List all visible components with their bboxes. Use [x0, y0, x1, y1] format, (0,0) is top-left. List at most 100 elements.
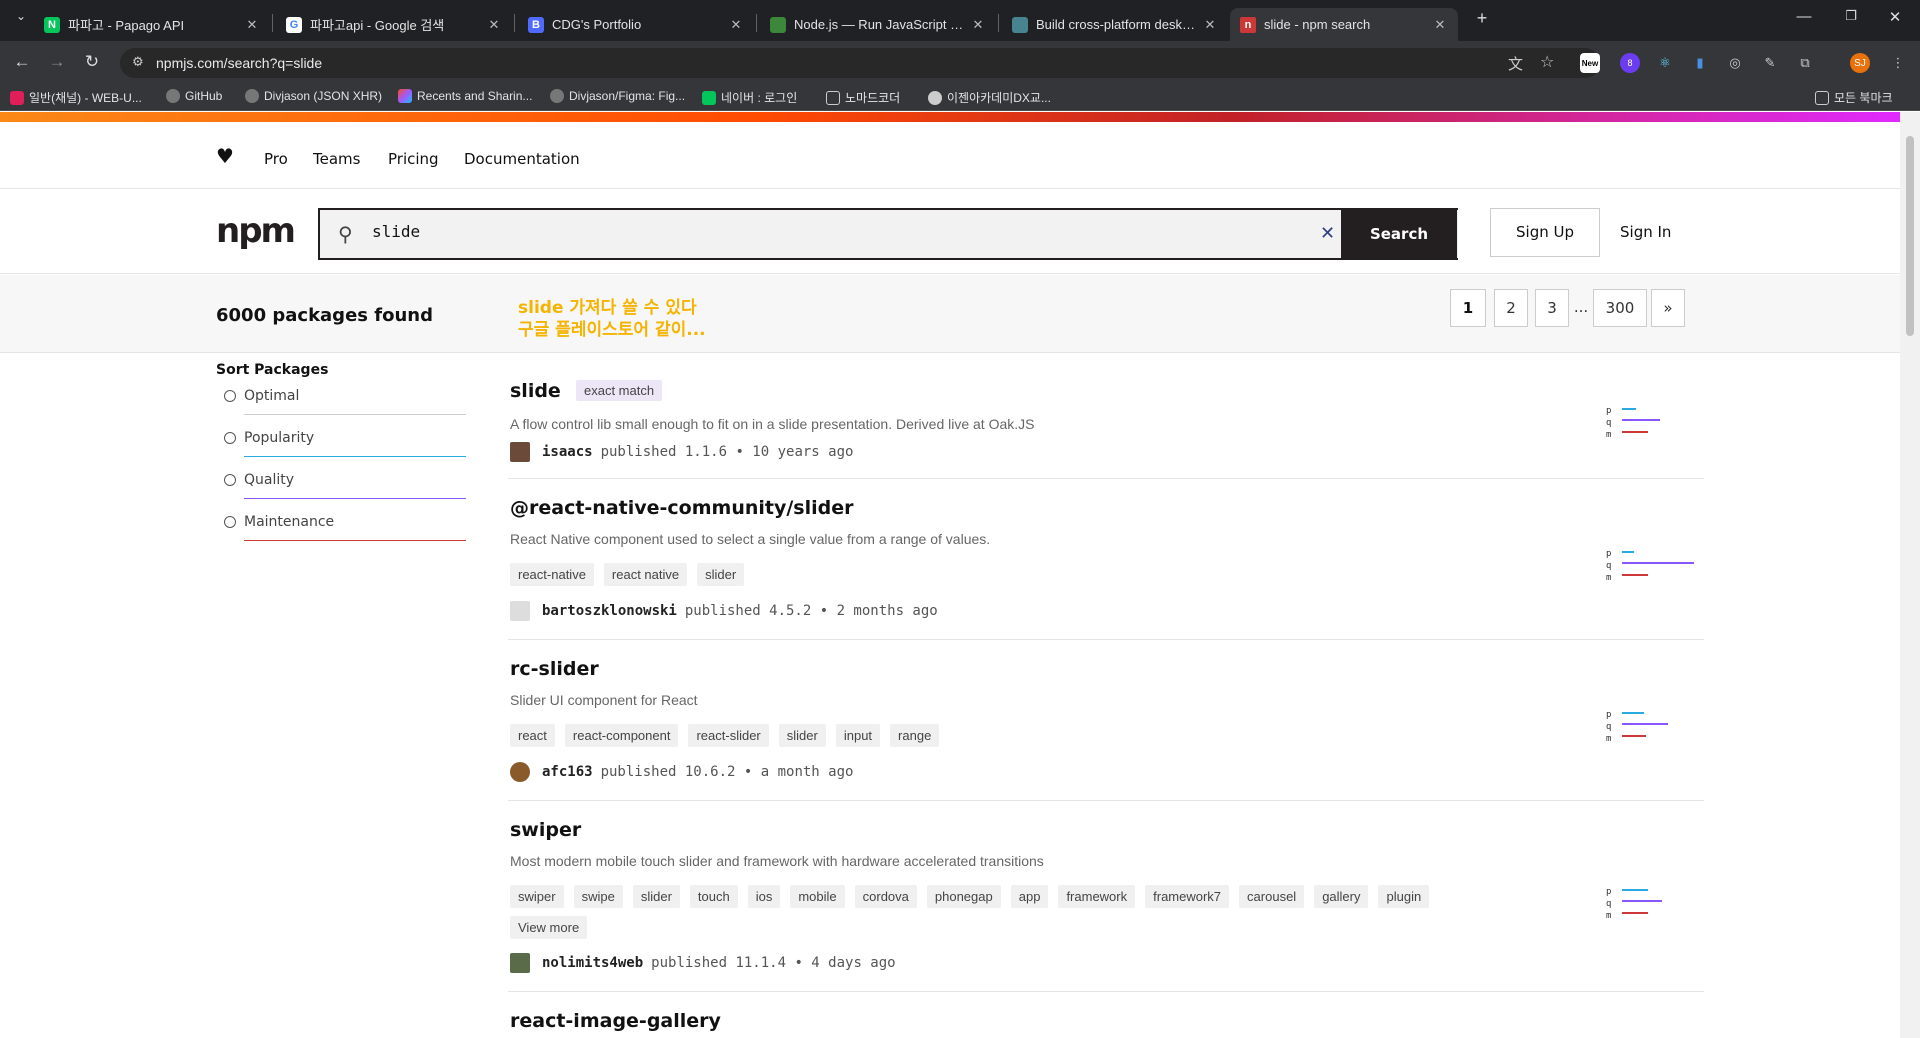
profile-avatar[interactable]: SJ [1850, 53, 1870, 73]
next-page-button[interactable]: » [1651, 289, 1685, 327]
avatar[interactable] [510, 762, 530, 782]
keyword-tag[interactable]: react-slider [688, 724, 769, 747]
keyword-tag[interactable]: react [510, 724, 555, 747]
back-icon[interactable]: ← [10, 51, 34, 73]
bookmark-item[interactable]: 일반(채널) - WEB-U... [10, 89, 142, 106]
page-button-1[interactable]: 1 [1450, 289, 1486, 327]
keyword-tag[interactable]: react-component [564, 724, 679, 747]
close-icon[interactable]: ✕ [1432, 17, 1448, 33]
keyword-tag[interactable]: input [835, 724, 881, 747]
tab-search-icon[interactable]: ⌄ [6, 9, 36, 23]
radio-icon[interactable] [224, 390, 236, 402]
npm-logo[interactable]: npm [216, 214, 296, 248]
pen-extension-icon[interactable]: ✎ [1760, 53, 1780, 73]
keyword-tag[interactable]: slider [632, 885, 680, 908]
nav-pro[interactable]: Pro [264, 150, 288, 168]
window-close-icon[interactable]: ✕ [1880, 8, 1910, 26]
sort-option-popularity[interactable]: Popularity [216, 420, 466, 462]
keyword-tag[interactable]: slider [778, 724, 826, 747]
radio-icon[interactable] [224, 474, 236, 486]
scrollbar-thumb[interactable] [1906, 136, 1914, 336]
browser-tab[interactable]: Node.js — Run JavaScript Ever ✕ [760, 8, 996, 41]
radio-icon[interactable] [224, 516, 236, 528]
browser-tab[interactable]: Build cross-platform desktop a ✕ [1002, 8, 1228, 41]
keyword-tag[interactable]: react native [603, 563, 688, 586]
radio-icon[interactable] [224, 432, 236, 444]
bookmark-star-icon[interactable]: ☆ [1540, 52, 1554, 72]
keyword-tag[interactable]: framework7 [1145, 885, 1230, 908]
keyword-tag[interactable]: ios [747, 885, 781, 908]
search-input[interactable] [372, 222, 1272, 241]
avatar[interactable] [510, 601, 530, 621]
browser-tab[interactable]: G 파파고api - Google 검색 ✕ [276, 8, 512, 41]
page-button-2[interactable]: 2 [1494, 289, 1528, 327]
nav-documentation[interactable]: Documentation [464, 150, 580, 168]
publisher-name[interactable]: bartoszklonowski [542, 603, 677, 619]
clear-search-icon[interactable]: ✕ [1320, 223, 1335, 244]
keyword-tag[interactable]: plugin [1378, 885, 1430, 908]
page-button-3[interactable]: 3 [1535, 289, 1569, 327]
publisher-name[interactable]: afc163 [542, 764, 593, 780]
browser-tab[interactable]: N 파파고 - Papago API ✕ [34, 8, 270, 41]
keyword-tag[interactable]: cordova [854, 885, 917, 908]
docs-extension-icon[interactable]: ▮ [1690, 53, 1710, 73]
avatar[interactable] [510, 953, 530, 973]
address-bar[interactable]: ⚙ npmjs.com/search?q=slide 文 ☆ [120, 48, 1600, 78]
keyword-tag[interactable]: carousel [1239, 885, 1305, 908]
sign-up-button[interactable]: Sign Up [1490, 208, 1600, 257]
bookmark-item[interactable]: Recents and Sharin... [398, 89, 532, 103]
translate-icon[interactable]: 文 [1508, 53, 1523, 74]
bookmark-item[interactable]: GitHub [166, 89, 222, 103]
keyword-tag[interactable]: app [1010, 885, 1049, 908]
sort-option-quality[interactable]: Quality [216, 462, 466, 504]
sort-option-optimal[interactable]: Optimal [216, 378, 466, 420]
search-button[interactable]: Search [1341, 208, 1457, 260]
publisher-name[interactable]: isaacs [542, 444, 593, 460]
package-name[interactable]: @react-native-community/slider [510, 497, 853, 519]
package-name[interactable]: slide [510, 380, 561, 402]
keyword-tag[interactable]: swiper [510, 885, 564, 908]
package-name[interactable]: react-image-gallery [510, 1010, 721, 1032]
close-icon[interactable]: ✕ [728, 17, 744, 33]
close-icon[interactable]: ✕ [486, 17, 502, 33]
bookmark-item[interactable]: Divjason/Figma: Fig... [550, 89, 685, 103]
keyword-tag[interactable]: gallery [1314, 885, 1369, 908]
new-tab-icon[interactable]: + [1467, 8, 1497, 29]
forward-icon[interactable]: → [45, 51, 69, 73]
close-icon[interactable]: ✕ [1202, 17, 1218, 33]
extension-badge-icon[interactable]: 8 [1620, 53, 1640, 73]
keyword-tag[interactable]: phonegap [926, 885, 1001, 908]
scrollbar[interactable] [1900, 112, 1920, 1038]
restore-icon[interactable]: ❐ [1836, 8, 1866, 24]
keyword-tag[interactable]: range [890, 724, 940, 747]
bookmark-item[interactable]: 이젠아카데미DX교... [928, 89, 1051, 106]
keyword-tag[interactable]: slider [697, 563, 745, 586]
nav-pricing[interactable]: Pricing [388, 150, 439, 168]
minimize-icon[interactable]: — [1789, 8, 1819, 25]
publisher-name[interactable]: nolimits4web [542, 955, 643, 971]
avatar[interactable] [510, 442, 530, 462]
bookmark-folder[interactable]: 노마드코더 [826, 89, 900, 106]
package-name[interactable]: rc-slider [510, 658, 599, 680]
site-info-icon[interactable]: ⚙ [132, 54, 144, 70]
browser-tab-active[interactable]: n slide - npm search ✕ [1230, 8, 1458, 41]
nav-teams[interactable]: Teams [313, 150, 360, 168]
extensions-puzzle-icon[interactable]: ⧉ [1795, 53, 1815, 73]
keyword-tag[interactable]: swipe [573, 885, 623, 908]
react-devtools-icon[interactable]: ⚛ [1655, 53, 1675, 73]
package-name[interactable]: swiper [510, 819, 581, 841]
bookmark-item[interactable]: Divjason (JSON XHR) [245, 89, 382, 103]
sign-in-link[interactable]: Sign In [1620, 223, 1671, 241]
heart-icon[interactable]: ♥ [216, 144, 234, 168]
browser-tab[interactable]: B CDG's Portfolio ✕ [518, 8, 754, 41]
record-extension-icon[interactable]: ◎ [1725, 53, 1745, 73]
close-icon[interactable]: ✕ [244, 17, 260, 33]
menu-kebab-icon[interactable]: ⋮ [1888, 53, 1908, 73]
keyword-tag[interactable]: react-native [510, 563, 594, 586]
keyword-tag[interactable]: mobile [790, 885, 845, 908]
new-extension-icon[interactable]: New [1580, 53, 1600, 73]
reload-icon[interactable]: ↻ [80, 51, 104, 73]
bookmark-item[interactable]: 네이버 : 로그인 [702, 89, 797, 106]
page-button-300[interactable]: 300 [1593, 289, 1647, 327]
all-bookmarks-folder[interactable]: 모든 북마크 [1815, 89, 1893, 106]
